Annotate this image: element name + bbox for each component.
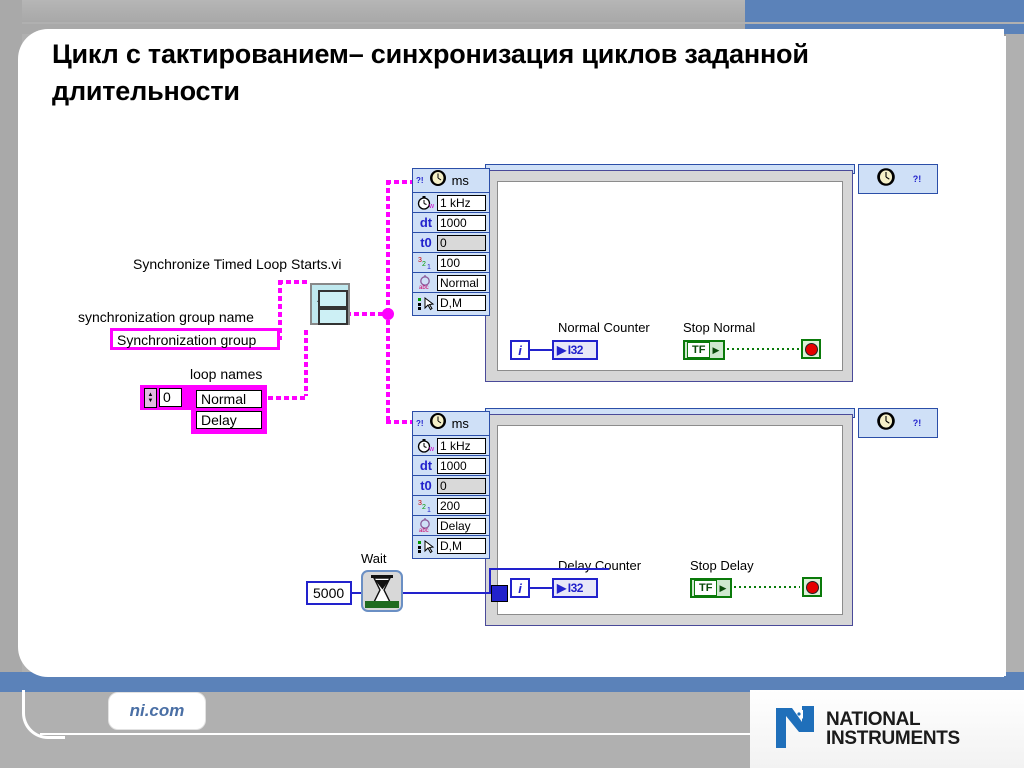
left-gray-margin: [0, 0, 22, 768]
ni-eagle-icon: [772, 702, 818, 757]
ni-logo-line2: INSTRUMENTS: [826, 728, 960, 749]
national-instruments-logo: NATIONAL INSTRUMENTS: [750, 690, 1024, 768]
ni-com-link[interactable]: ni.com: [108, 692, 206, 730]
content-card: [22, 33, 1000, 673]
ni-logo-line1: NATIONAL: [826, 709, 921, 730]
slide-root: Цикл с тактированием– синхронизация цикл…: [0, 0, 1024, 768]
bottom-blue-bar: [0, 672, 1024, 692]
ni-logo-wordmark: NATIONAL INSTRUMENTS: [826, 710, 960, 748]
top-blue-accent: [745, 0, 1024, 22]
page-title: Цикл с тактированием– синхронизация цикл…: [52, 39, 809, 107]
